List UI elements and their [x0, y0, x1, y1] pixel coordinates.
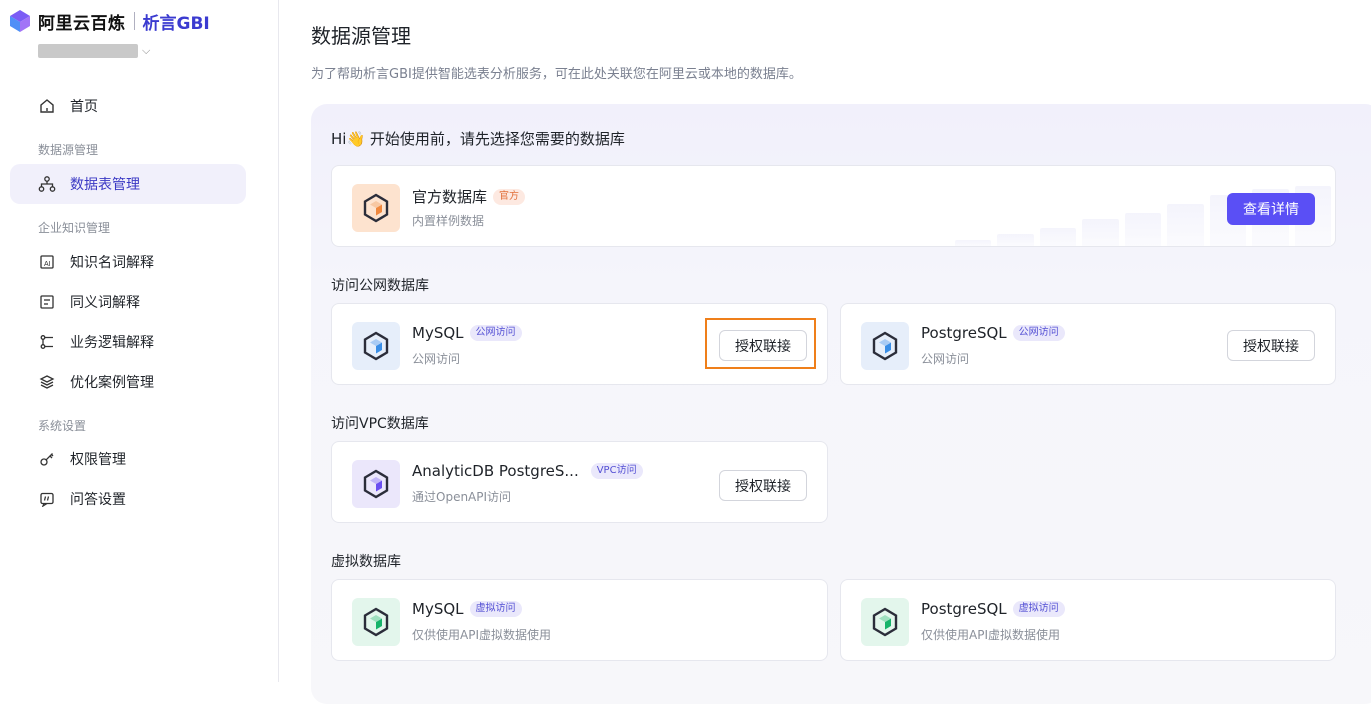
analyticdb-vpc-card: AnalyticDB PostgreS... VPC访问 通过OpenAPI访问… [331, 441, 828, 523]
brand-name: 阿里云百炼 [38, 13, 126, 34]
virtual-access-tag: 虚拟访问 [1012, 601, 1065, 617]
sidebar: 阿里云百炼 析言GBI ⌵ 首页 数据源管理 数据表管理 企业知识管理 AI 知… [0, 0, 279, 682]
official-db-name: 官方数据库 [412, 188, 488, 206]
brand-logo[interactable]: 阿里云百炼 析言GBI [8, 8, 210, 34]
official-db-desc: 内置样例数据 [412, 214, 485, 228]
hierarchy-icon [38, 175, 56, 193]
sidebar-item-synonyms[interactable]: 同义词解释 [10, 282, 246, 322]
highlight-box [705, 318, 816, 369]
postgresql-public-desc: 公网访问 [921, 352, 970, 366]
page-title: 数据源管理 [311, 24, 411, 48]
section-knowledge: 企业知识管理 [38, 221, 111, 235]
sidebar-item-label: 权限管理 [70, 452, 126, 468]
sidebar-item-optimization-cases[interactable]: 优化案例管理 [10, 362, 246, 402]
postgresql-virtual-desc: 仅供使用API虚拟数据使用 [921, 628, 1060, 642]
virtual-access-tag: 虚拟访问 [469, 601, 522, 617]
postgresql-public-authorize-button[interactable]: 授权联接 [1227, 330, 1315, 361]
postgresql-icon [861, 322, 909, 370]
sidebar-item-label: 知识名词解释 [70, 255, 154, 271]
page-subtitle: 为了帮助析言GBI提供智能选表分析服务，可在此处关联您在阿里云或本地的数据库。 [311, 67, 802, 82]
chevron-down-icon: ⌵ [142, 44, 151, 57]
analyticdb-vpc-name: AnalyticDB PostgreS... [412, 462, 579, 480]
official-tag: 官方 [493, 188, 526, 205]
sidebar-item-knowledge-terms[interactable]: AI 知识名词解释 [10, 242, 246, 282]
layers-icon [38, 373, 56, 391]
brand-divider [133, 12, 135, 30]
analyticdb-vpc-desc: 通过OpenAPI访问 [412, 490, 512, 504]
greeting: Hi👋 开始使用前，请先选择您需要的数据库 [331, 130, 625, 148]
workspace-name-redacted [38, 44, 138, 58]
virtual-section-title: 虚拟数据库 [331, 554, 401, 570]
postgresql-virtual-icon [861, 598, 909, 646]
mysql-virtual-name: MySQL [412, 600, 464, 618]
mysql-icon [352, 322, 400, 370]
postgresql-virtual-name: PostgreSQL [921, 600, 1007, 618]
analyticdb-vpc-authorize-button[interactable]: 授权联接 [719, 470, 807, 501]
section-datasource: 数据源管理 [38, 143, 99, 157]
sidebar-item-label: 同义词解释 [70, 295, 140, 311]
mysql-virtual-icon [352, 598, 400, 646]
svg-text:AI: AI [44, 261, 51, 268]
sidebar-item-label: 首页 [70, 99, 98, 115]
sidebar-item-label: 业务逻辑解释 [70, 335, 154, 351]
public-access-tag: 公网访问 [1012, 325, 1065, 341]
chat-setting-icon [38, 490, 56, 508]
sidebar-item-label: 问答设置 [70, 492, 126, 508]
mysql-virtual-card[interactable]: MySQL 虚拟访问 仅供使用API虚拟数据使用 [331, 579, 828, 661]
flow-icon [38, 333, 56, 351]
ai-doc-icon: AI [38, 253, 56, 271]
workspace-switcher[interactable]: ⌵ [38, 44, 150, 58]
postgresql-virtual-title: PostgreSQL 虚拟访问 [921, 600, 1065, 618]
sidebar-item-home[interactable]: 首页 [10, 86, 246, 126]
public-access-tag: 公网访问 [469, 325, 522, 341]
sidebar-item-label: 优化案例管理 [70, 375, 154, 391]
product-name: 析言GBI [142, 13, 210, 34]
postgresql-public-title: PostgreSQL 公网访问 [921, 324, 1065, 342]
official-db-title: 官方数据库 官方 [412, 186, 526, 207]
sidebar-item-qa-settings[interactable]: 问答设置 [10, 479, 246, 519]
view-details-button[interactable]: 查看详情 [1227, 193, 1315, 225]
mysql-public-desc: 公网访问 [412, 352, 461, 366]
postgresql-public-name: PostgreSQL [921, 324, 1007, 342]
sidebar-item-permissions[interactable]: 权限管理 [10, 439, 246, 479]
official-db-card: 官方数据库 官方 内置样例数据 查看详情 [331, 165, 1336, 247]
sidebar-item-table-management[interactable]: 数据表管理 [10, 164, 246, 204]
sidebar-item-business-logic[interactable]: 业务逻辑解释 [10, 322, 246, 362]
mysql-public-title: MySQL 公网访问 [412, 324, 522, 342]
mysql-virtual-title: MySQL 虚拟访问 [412, 600, 522, 618]
key-icon [38, 450, 56, 468]
public-section-title: 访问公网数据库 [331, 278, 429, 294]
vpc-section-title: 访问VPC数据库 [331, 416, 429, 432]
database-icon [352, 184, 400, 232]
mysql-public-name: MySQL [412, 324, 464, 342]
mysql-virtual-desc: 仅供使用API虚拟数据使用 [412, 628, 551, 642]
analyticdb-icon [352, 460, 400, 508]
postgresql-virtual-card[interactable]: PostgreSQL 虚拟访问 仅供使用API虚拟数据使用 [840, 579, 1336, 661]
section-system: 系统设置 [38, 419, 87, 433]
datasource-panel: Hi👋 开始使用前，请先选择您需要的数据库 官方数据库 官方 内置样例数据 查看… [311, 104, 1371, 704]
brand-logo-icon [10, 10, 30, 32]
sidebar-item-label: 数据表管理 [70, 177, 140, 193]
home-icon [38, 97, 56, 115]
postgresql-public-card: PostgreSQL 公网访问 公网访问 授权联接 [840, 303, 1336, 385]
vpc-access-tag: VPC访问 [590, 463, 643, 479]
list-doc-icon [38, 293, 56, 311]
analyticdb-vpc-title: AnalyticDB PostgreS... VPC访问 [412, 462, 643, 480]
